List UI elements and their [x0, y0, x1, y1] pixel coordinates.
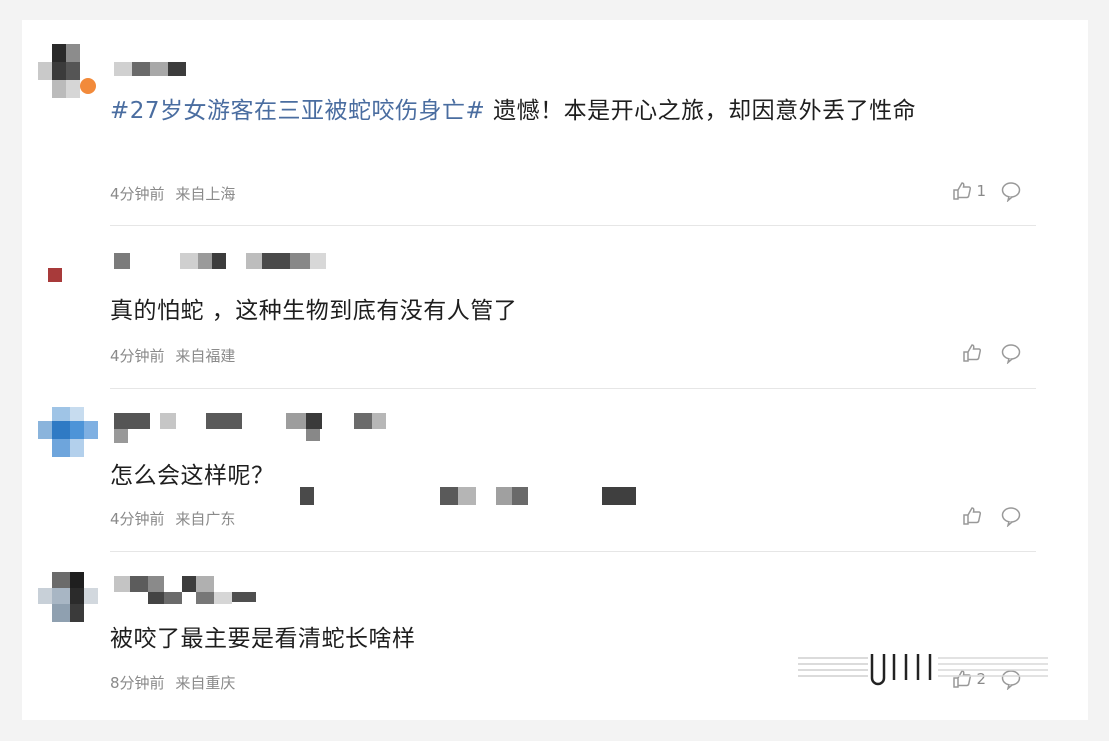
- avatar[interactable]: [38, 572, 98, 630]
- comment-meta: 8分钟前 来自重庆: [110, 672, 235, 693]
- comment-bubble-icon[interactable]: [1000, 342, 1022, 364]
- thumbs-up-icon: [961, 505, 983, 527]
- comment-actions: [961, 340, 1022, 366]
- location: 来自重庆: [175, 674, 236, 692]
- like-button[interactable]: [961, 342, 986, 364]
- comment-item: #27岁女游客在三亚被蛇咬伤身亡# 遗憾！本是开心之旅，却因意外丢了性命 4分钟…: [22, 20, 1088, 226]
- comment-list: #27岁女游客在三亚被蛇咬伤身亡# 遗憾！本是开心之旅，却因意外丢了性命 4分钟…: [22, 20, 1088, 720]
- avatar[interactable]: [38, 256, 98, 314]
- comment-actions: 1: [951, 178, 1022, 204]
- username-redacted[interactable]: [110, 411, 430, 443]
- thumbs-up-icon: [961, 342, 983, 364]
- comment-item: 真的怕蛇 ，这种生物到底有没有人管了 4分钟前 来自福建: [22, 226, 1088, 389]
- comment-text: #27岁女游客在三亚被蛇咬伤身亡# 遗憾！本是开心之旅，却因意外丢了性命: [110, 98, 917, 124]
- timestamp: 8分钟前: [110, 674, 165, 692]
- comment-meta: 4分钟前 来自福建: [110, 345, 235, 366]
- like-count: 1: [976, 182, 986, 200]
- redacted-content: [300, 483, 660, 507]
- timestamp: 4分钟前: [110, 347, 165, 365]
- comment-bubble-icon[interactable]: [1000, 180, 1022, 202]
- location: 来自广东: [175, 510, 236, 528]
- topic-link[interactable]: #27岁女游客在三亚被蛇咬伤身亡#: [110, 98, 485, 124]
- comment-bubble-icon[interactable]: [1000, 505, 1022, 527]
- location: 来自上海: [175, 185, 236, 203]
- avatar[interactable]: [38, 407, 98, 465]
- comment-meta: 4分钟前 来自上海: [110, 183, 235, 204]
- comment-item: 怎么会这样呢？ 4分钟前 来自广东: [22, 389, 1088, 552]
- location: 来自福建: [175, 347, 236, 365]
- like-button[interactable]: [961, 505, 986, 527]
- comment-actions: [961, 503, 1022, 529]
- username-redacted[interactable]: [110, 248, 430, 274]
- thumbs-up-icon: [951, 180, 973, 202]
- comment-text: 真的怕蛇 ，这种生物到底有没有人管了: [110, 298, 518, 324]
- comment-meta: 4分钟前 来自广东: [110, 508, 235, 529]
- username-redacted[interactable]: [110, 574, 430, 604]
- watermark: [798, 650, 1058, 690]
- timestamp: 4分钟前: [110, 185, 165, 203]
- username-redacted[interactable]: [110, 58, 430, 84]
- like-button[interactable]: 1: [951, 180, 986, 202]
- timestamp: 4分钟前: [110, 510, 165, 528]
- comment-item: 被咬了最主要是看清蛇长啥样 8分钟前 来自重庆 2: [22, 552, 1088, 720]
- avatar[interactable]: [38, 44, 98, 102]
